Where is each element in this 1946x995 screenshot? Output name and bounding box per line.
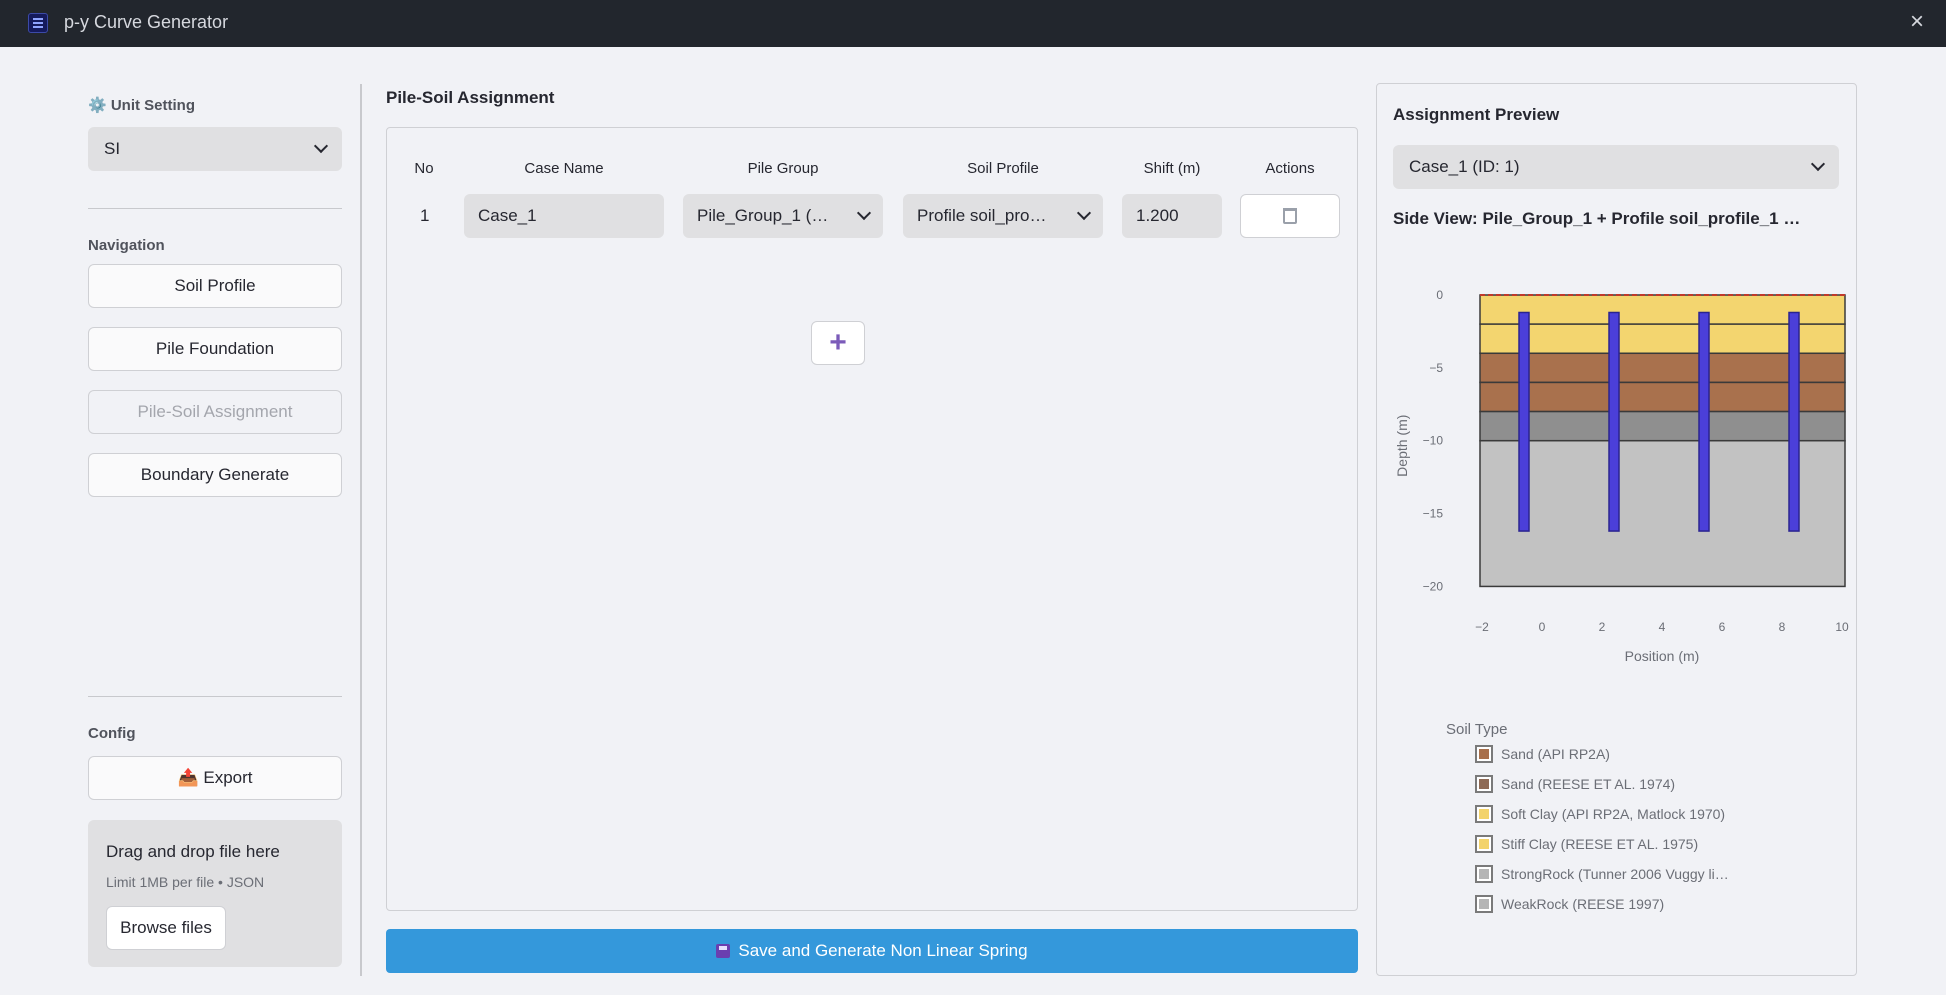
legend-swatch xyxy=(1475,895,1493,913)
case-select-value: Case_1 (ID: 1) xyxy=(1409,157,1520,176)
chevron-down-icon xyxy=(1076,205,1092,221)
pile-1 xyxy=(1608,311,1620,532)
window-title: p-y Curve Generator xyxy=(64,12,229,32)
x-tick-label: 2 xyxy=(1599,620,1606,634)
assignment-title: Pile-Soil Assignment xyxy=(386,88,555,107)
column-header-actions: Actions xyxy=(1265,160,1315,177)
legend-label: Sand (REESE ET AL. 1974) xyxy=(1501,776,1676,792)
dropzone-title: Drag and drop file here xyxy=(106,842,280,861)
side-view-chart: −2 0 2 4 6 8 100−5−10−15−20Position (m)Depth (… xyxy=(1394,288,1849,664)
x-tick-label: −2 xyxy=(1475,620,1489,634)
assignment-table xyxy=(386,127,1358,911)
legend-swatch xyxy=(1475,805,1493,823)
floppy-disk-icon xyxy=(716,944,731,958)
legend-label: StrongRock (Tunner 2006 Vuggy li… xyxy=(1501,866,1729,882)
x-tick-label: 4 xyxy=(1659,620,1666,634)
legend-title: Soil Type xyxy=(1446,721,1508,738)
chevron-down-icon xyxy=(1810,156,1826,172)
pile-group-value: Pile_Group_1 (… xyxy=(697,206,829,225)
preview-title: Assignment Preview xyxy=(1393,105,1560,124)
y-tick-label: −15 xyxy=(1423,507,1444,521)
export-button[interactable]: 📤 Export xyxy=(88,756,342,800)
save-generate-button[interactable]: Save and Generate Non Linear Spring xyxy=(386,929,1358,973)
browse-files-button[interactable]: Browse files xyxy=(106,906,226,950)
file-dropzone[interactable]: Drag and drop file here Limit 1MB per fi… xyxy=(88,820,342,967)
trash-icon xyxy=(1283,208,1297,224)
column-header-no: No xyxy=(414,160,434,177)
column-header-soil-profile: Soil Profile xyxy=(967,160,1039,177)
unit-select-value: SI xyxy=(104,139,121,158)
legend-label: WeakRock (REESE 1997) xyxy=(1501,896,1665,912)
case-select[interactable]: Case_1 (ID: 1) xyxy=(1393,145,1839,189)
config-label: Config xyxy=(88,725,136,742)
nav-soil-profile-button[interactable]: Soil Profile xyxy=(88,264,342,308)
y-tick-label: −10 xyxy=(1423,434,1444,448)
case-name-input[interactable]: Case_1 xyxy=(464,194,664,238)
x-tick-label: 10 xyxy=(1835,620,1849,634)
y-tick-label: −20 xyxy=(1423,579,1444,593)
legend-label: Soft Clay (API RP2A, Matlock 1970) xyxy=(1501,806,1726,822)
legend-item-sand-api: Sand (API RP2A) xyxy=(1475,745,1610,763)
soil-profile-value: Profile soil_pro… xyxy=(917,206,1047,225)
y-tick-label: 0 xyxy=(1436,288,1443,302)
chevron-down-icon xyxy=(313,138,329,154)
y-axis-label: Depth (m) xyxy=(1394,415,1410,477)
shift-input[interactable]: 1.200 xyxy=(1122,194,1222,238)
app-logo-icon xyxy=(28,13,48,33)
legend-swatch xyxy=(1475,835,1493,853)
case-name-value: Case_1 xyxy=(478,206,537,225)
unit-setting-label: ⚙️ Unit Setting xyxy=(88,97,195,114)
soil-profile-select[interactable]: Profile soil_pro… xyxy=(903,194,1103,238)
legend-item-sand-reese: Sand (REESE ET AL. 1974) xyxy=(1475,775,1675,793)
y-tick-label: −5 xyxy=(1429,361,1443,375)
column-header-pile-group: Pile Group xyxy=(747,160,819,177)
dropzone-limit: Limit 1MB per file • JSON xyxy=(106,874,265,890)
divider xyxy=(88,696,342,697)
legend-item-stiff-clay: Stiff Clay (REESE ET AL. 1975) xyxy=(1475,835,1698,853)
pile-group-select[interactable]: Pile_Group_1 (… xyxy=(683,194,883,238)
navigation-label: Navigation xyxy=(88,237,165,254)
add-row-button[interactable]: + xyxy=(811,321,865,365)
legend-item-strong-rock: StrongRock (Tunner 2006 Vuggy li… xyxy=(1475,865,1729,883)
unit-select[interactable]: SI xyxy=(88,127,342,171)
column-header-shift: Shift (m) xyxy=(1143,160,1201,177)
legend-label: Sand (API RP2A) xyxy=(1501,746,1610,762)
nav-pile-foundation-button[interactable]: Pile Foundation xyxy=(88,327,342,371)
x-tick-label: 0 xyxy=(1539,620,1546,634)
nav-boundary-generate-button[interactable]: Boundary Generate xyxy=(88,453,342,497)
close-icon[interactable]: × xyxy=(1910,8,1924,36)
x-tick-label: 8 xyxy=(1779,620,1786,634)
save-generate-label: Save and Generate Non Linear Spring xyxy=(738,941,1028,960)
shift-value: 1.200 xyxy=(1136,206,1179,225)
row-number: 1 xyxy=(420,206,430,225)
divider xyxy=(88,208,342,209)
legend-swatch xyxy=(1475,775,1493,793)
nav-pile-soil-assignment-button: Pile-Soil Assignment xyxy=(88,390,342,434)
delete-row-button[interactable] xyxy=(1240,194,1340,238)
legend-item-weak-rock: WeakRock (REESE 1997) xyxy=(1475,895,1664,913)
x-tick-label: 6 xyxy=(1719,620,1726,634)
pile-0 xyxy=(1518,311,1530,532)
pile-3 xyxy=(1788,311,1800,532)
legend-label: Stiff Clay (REESE ET AL. 1975) xyxy=(1501,836,1699,852)
vertical-divider xyxy=(360,84,362,976)
pile-2 xyxy=(1698,311,1710,532)
legend-item-soft-clay: Soft Clay (API RP2A, Matlock 1970) xyxy=(1475,805,1725,823)
column-header-case-name: Case Name xyxy=(524,160,604,177)
title-bar: p-y Curve Generator × xyxy=(0,0,1946,47)
legend-swatch xyxy=(1475,745,1493,763)
legend-swatch xyxy=(1475,865,1493,883)
chevron-down-icon xyxy=(856,205,872,221)
x-axis-label: Position (m) xyxy=(1625,648,1700,664)
side-view-title: Side View: Pile_Group_1 + Profile soil_p… xyxy=(1393,209,1801,228)
